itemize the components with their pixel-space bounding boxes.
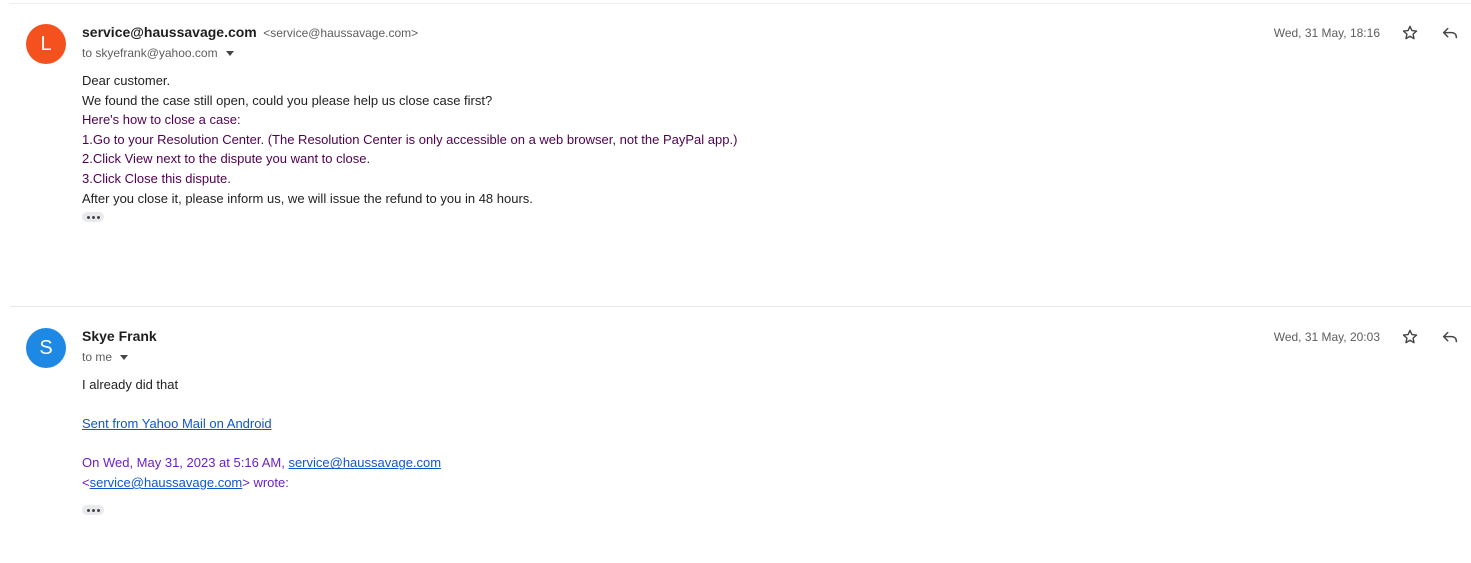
caret-down-icon[interactable] bbox=[120, 355, 129, 360]
star-button[interactable] bbox=[1399, 326, 1421, 348]
message-body: Dear customer. We found the case still o… bbox=[82, 71, 737, 208]
star-outline-icon bbox=[1402, 329, 1418, 344]
reply-button[interactable] bbox=[1439, 22, 1461, 44]
star-outline-icon bbox=[1402, 25, 1418, 40]
sender-name[interactable]: service@haussavage.com bbox=[82, 24, 257, 40]
body-line: 2.Click View next to the dispute you wan… bbox=[82, 151, 371, 167]
body-line: I already did that bbox=[82, 377, 179, 392]
sender-name[interactable]: Skye Frank bbox=[82, 328, 157, 344]
message-date: Wed, 31 May, 18:16 bbox=[1273, 26, 1380, 40]
sender-email: <service@haussavage.com> bbox=[263, 26, 419, 40]
quote-prefix: On Wed, May 31, 2023 at 5:16 AM, bbox=[82, 455, 285, 471]
more-dots-icon bbox=[86, 508, 90, 512]
sender-line: service@haussavage.com <service@haussava… bbox=[82, 24, 418, 42]
body-line: We found the case still open, could you … bbox=[82, 92, 493, 108]
reply-button[interactable] bbox=[1439, 326, 1461, 348]
body-line: Dear customer. bbox=[82, 73, 171, 88]
more-dots-icon bbox=[86, 215, 90, 219]
sender-avatar[interactable]: S bbox=[26, 328, 66, 368]
body-line: Here's how to close a case: bbox=[82, 112, 241, 128]
body-line: 1.Go to your Resolution Center. (The Res… bbox=[82, 131, 738, 147]
body-line: After you close it, please inform us, we… bbox=[82, 190, 533, 206]
recipient-details-toggle[interactable]: to me bbox=[82, 350, 129, 364]
quote-sender-link[interactable]: service@haussavage.com bbox=[288, 455, 441, 470]
sender-line: Skye Frank bbox=[82, 328, 157, 346]
message-body: I already did that Sent from Yahoo Mail … bbox=[82, 375, 441, 493]
signature-link[interactable]: Sent from Yahoo Mail on Android bbox=[82, 416, 272, 431]
recipient-details-toggle[interactable]: to skyefrank@yahoo.com bbox=[82, 46, 234, 60]
quote-header-line-1: On Wed, May 31, 2023 at 5:16 AM, service… bbox=[82, 453, 441, 473]
body-line: 3.Click Close this dispute. bbox=[82, 170, 231, 186]
quote-suffix: > wrote: bbox=[242, 474, 289, 490]
email-message-1: L service@haussavage.com <service@haussa… bbox=[10, 4, 1471, 307]
star-button[interactable] bbox=[1399, 22, 1421, 44]
recipient-label: to skyefrank@yahoo.com bbox=[82, 46, 218, 60]
show-trimmed-content-button[interactable] bbox=[82, 212, 104, 222]
sender-avatar[interactable]: L bbox=[26, 24, 66, 64]
recipient-label: to me bbox=[82, 350, 113, 364]
quote-open-bracket: < bbox=[82, 474, 90, 490]
email-message-2: S Skye Frank to me Wed, 31 May, 20:03 I … bbox=[10, 308, 1471, 563]
caret-down-icon[interactable] bbox=[225, 51, 234, 56]
show-trimmed-content-button[interactable] bbox=[82, 505, 104, 515]
reply-arrow-icon bbox=[1442, 331, 1458, 343]
message-date: Wed, 31 May, 20:03 bbox=[1273, 330, 1380, 344]
reply-arrow-icon bbox=[1442, 27, 1458, 39]
quote-header-line-2: <service@haussavage.com> wrote: bbox=[82, 473, 441, 493]
quote-sender-email-link[interactable]: service@haussavage.com bbox=[90, 475, 243, 490]
